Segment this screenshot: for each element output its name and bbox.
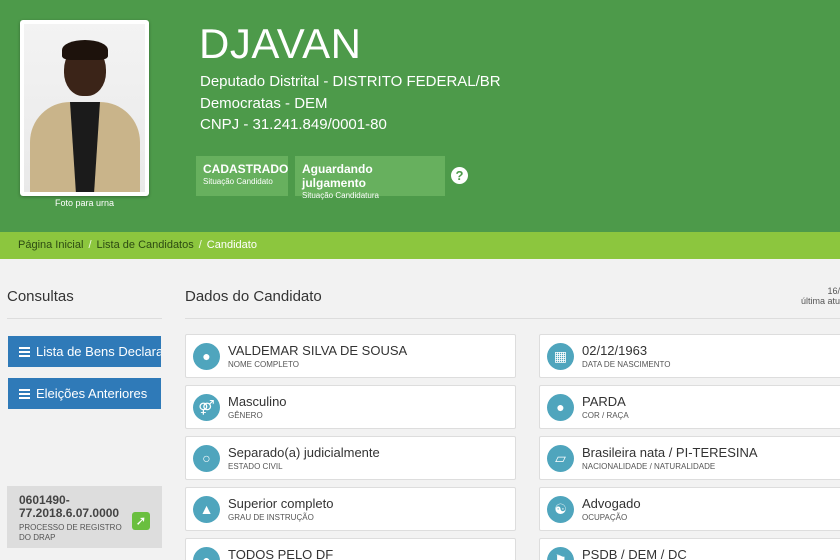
card-label: NACIONALIDADE / NATURALIDADE [582,462,716,471]
card-label: NOME COMPLETO [228,360,299,369]
breadcrumb-home-link[interactable]: Página Inicial [18,239,83,251]
previous-elections-button[interactable]: Eleições Anteriores [8,378,161,409]
card-value: Advogado [582,496,641,511]
card-label: COR / RAÇA [582,411,629,420]
card-parties: ⚑ PSDB / DEM / DC [539,538,840,560]
candidate-role: Deputado Distrital - DISTRITO FEDERAL/BR [200,73,501,90]
list-icon [19,347,30,357]
breadcrumb-separator: / [88,239,92,251]
candidate-party: Democratas - DEM [200,95,328,112]
card-race: ● PARDA COR / RAÇA [539,385,840,429]
flag-icon: ⚑ [547,547,574,560]
badge-situacao-candidato: CADASTRADO Situação Candidato [196,156,288,196]
institution-icon: ☯ [547,496,574,523]
external-link-icon[interactable]: ➚ [132,512,150,530]
badge-situacao-candidatura: Aguardando julgamento Situação Candidatu… [295,156,445,200]
declared-assets-button[interactable]: Lista de Bens Declarados [8,336,161,367]
badge-title: CADASTRADO [203,162,289,176]
card-education: ▲ Superior completo GRAU DE INSTRUÇÃO [185,487,516,531]
card-nationality: ▱ Brasileira nata / PI-TERESINA NACIONAL… [539,436,840,480]
sidebar-title: Consultas [7,288,74,305]
candidate-photo [20,20,149,196]
user-icon: ● [193,343,220,370]
last-updated-date: 16/ [827,286,840,296]
candidate-name: DJAVAN [199,20,362,67]
main-title: Dados do Candidato [185,288,322,305]
last-updated: 16/ última atu [790,286,840,306]
card-value: Separado(a) judicialmente [228,445,380,460]
card-value: Superior completo [228,496,334,511]
card-label: DATA DE NASCIMENTO [582,360,671,369]
person-icon: ● [547,394,574,421]
card-label: OCUPAÇÃO [582,513,628,522]
card-value: 02/12/1963 [582,343,648,358]
card-occupation: ☯ Advogado OCUPAÇÃO [539,487,840,531]
card-label: GRAU DE INSTRUÇÃO [228,513,314,522]
sidebar-divider [7,318,162,319]
breadcrumb-current: Candidato [206,239,257,251]
card-full-name: ● VALDEMAR SILVA DE SOUSA NOME COMPLETO [185,334,516,378]
card-value: PARDA [582,394,626,409]
candidate-cnpj: CNPJ - 31.241.849/0001-80 [200,116,387,133]
breadcrumb: Página Inicial / Lista de Candidatos / Candi… [0,232,840,259]
card-value: PSDB / DEM / DC [582,547,687,560]
group-icon: ● [193,547,220,560]
card-label: GÊNERO [228,411,263,420]
declared-assets-label: Lista de Bens Declarados [36,344,161,359]
card-value: Masculino [228,394,287,409]
calendar-icon: ▦ [547,343,574,370]
previous-elections-label: Eleições Anteriores [36,386,148,401]
help-icon[interactable]: ? [451,167,468,184]
gender-icon: ⚤ [193,394,220,421]
card-value: Brasileira nata / PI-TERESINA [582,445,758,460]
card-gender: ⚤ Masculino GÊNERO [185,385,516,429]
card-label: ESTADO CIVIL [228,462,283,471]
card-value: TODOS PELO DF [228,547,334,560]
badge-subtitle: Situação Candidatura [302,191,379,200]
last-updated-label: última atu [800,296,840,306]
card-coalition: ● TODOS PELO DF [185,538,516,560]
card-birth-date: ▦ 02/12/1963 DATA DE NASCIMENTO [539,334,840,378]
ring-icon: ○ [193,445,220,472]
breadcrumb-candidates-link[interactable]: Lista de Candidatos [97,239,194,251]
list-icon [19,389,30,399]
badge-title: Aguardando julgamento [302,162,373,190]
candidate-header: Foto para urna DJAVAN Deputado Distrital… [0,0,840,232]
card-value: VALDEMAR SILVA DE SOUSA [228,343,408,358]
map-icon: ▱ [547,445,574,472]
card-marital-status: ○ Separado(a) judicialmente ESTADO CIVIL [185,436,516,480]
process-label: PROCESSO DE REGISTRO DO DRAP [19,523,122,542]
process-number: 0601490-77.2018.6.07.0000 [19,493,120,520]
main-divider [185,318,840,319]
candidate-photo-image [24,24,145,192]
breadcrumb-separator: / [198,239,202,251]
badge-subtitle: Situação Candidato [203,177,273,186]
graduation-cap-icon: ▲ [193,496,220,523]
photo-caption: Foto para urna [54,198,115,208]
